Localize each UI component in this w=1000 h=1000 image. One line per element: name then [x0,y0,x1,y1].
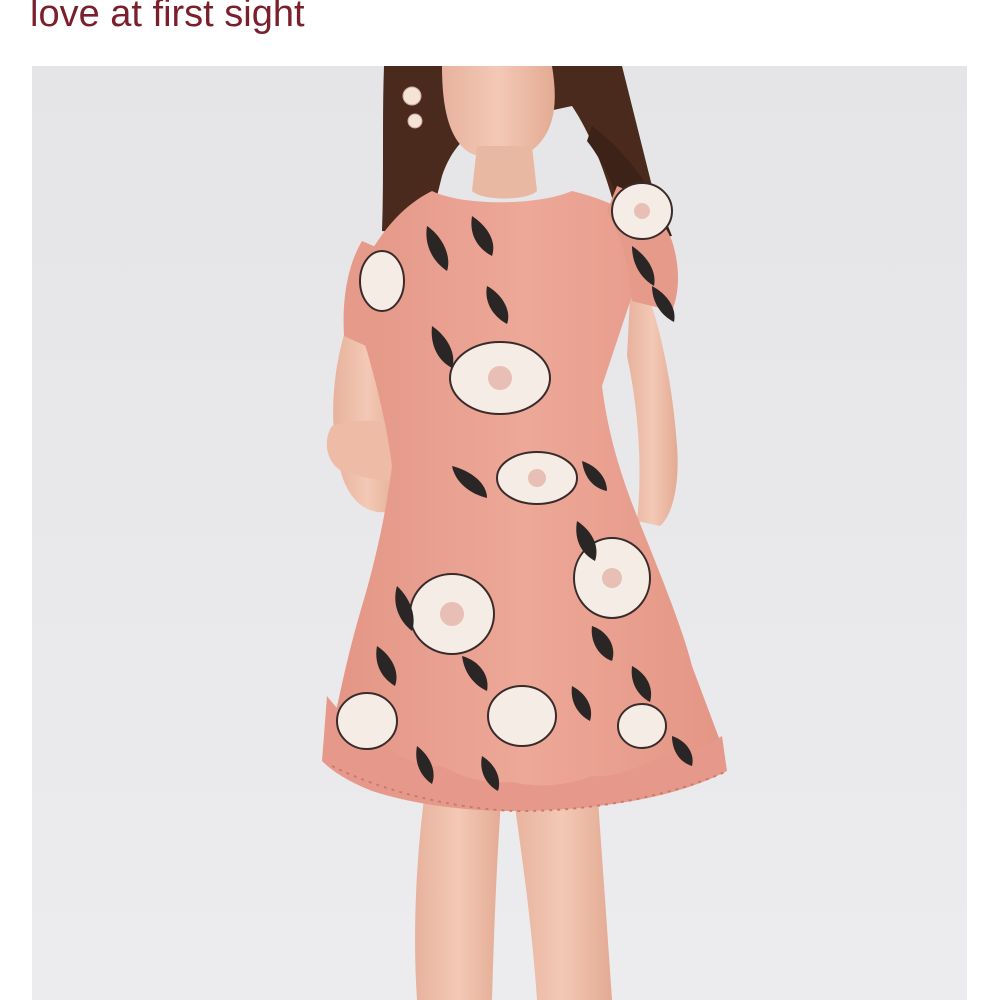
post-caption: love at first sight [30,0,305,35]
product-photo[interactable] [32,66,967,1000]
face [442,66,555,160]
neck [472,146,537,199]
right-leg [512,786,612,1000]
earring [402,86,422,106]
post-view: love at first sight [0,0,1000,1000]
photo-icon [322,66,728,1000]
